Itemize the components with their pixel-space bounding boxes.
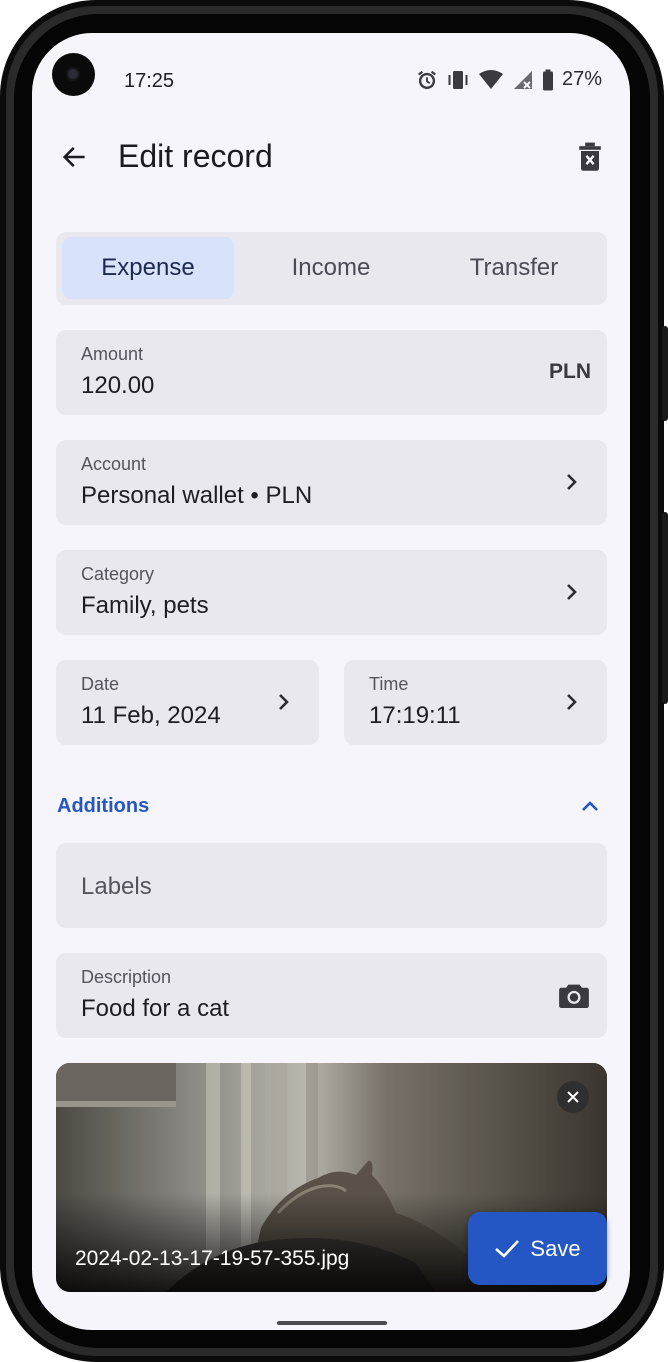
remove-attachment-button[interactable]	[557, 1081, 589, 1113]
camera-icon[interactable]	[557, 979, 591, 1013]
category-value: Family, pets	[81, 592, 209, 619]
save-button[interactable]: Save	[468, 1212, 607, 1285]
tab-transfer[interactable]: Transfer	[428, 237, 600, 299]
additions-toggle[interactable]	[574, 791, 606, 823]
back-button[interactable]	[56, 139, 92, 175]
account-label: Account	[81, 454, 147, 474]
date-field[interactable]: Date 11 Feb, 2024	[56, 660, 319, 745]
date-value: 11 Feb, 2024	[81, 702, 221, 729]
app-bar: Edit record	[32, 133, 630, 183]
account-value: Personal wallet • PLN	[81, 482, 313, 509]
labels-placeholder: Labels	[81, 873, 152, 900]
power-button	[662, 512, 668, 704]
delete-icon	[579, 142, 601, 171]
delete-button[interactable]	[572, 139, 608, 175]
vibrate-icon	[448, 70, 468, 89]
amount-field[interactable]: Amount 120.00 PLN	[56, 330, 607, 415]
status-icons: 27%	[416, 68, 602, 91]
save-label: Save	[530, 1235, 581, 1261]
page-title: Edit record	[118, 138, 273, 174]
home-indicator[interactable]	[277, 1321, 387, 1325]
tab-income[interactable]: Income	[246, 237, 416, 299]
description-label: Description	[81, 967, 172, 987]
time-value: 17:19:11	[369, 702, 461, 729]
currency-code: PLN	[549, 360, 591, 383]
amount-label: Amount	[81, 344, 144, 364]
alarm-icon	[418, 70, 436, 89]
attachment-file-name: 2024-02-13-17-19-57-355.jpg	[75, 1247, 350, 1270]
description-value: Food for a cat	[81, 995, 230, 1022]
wifi-icon	[478, 69, 503, 89]
battery-percent: 27%	[561, 68, 602, 90]
volume-button	[662, 326, 668, 421]
chevron-right-icon	[567, 584, 577, 600]
chevron-up-icon	[582, 801, 598, 811]
front-camera	[52, 53, 95, 96]
chevron-right-icon	[567, 474, 577, 490]
chevron-right-icon	[279, 694, 289, 710]
chevron-right-icon	[567, 694, 577, 710]
description-field[interactable]: Description Food for a cat	[56, 953, 607, 1038]
amount-value: 120.00	[81, 372, 155, 399]
date-label: Date	[81, 674, 120, 694]
time-field[interactable]: Time 17:19:11	[344, 660, 607, 745]
time-label: Time	[369, 674, 409, 694]
tab-expense[interactable]: Expense	[62, 237, 234, 299]
screen: 17:25 27% Edit record Expense Income Tra…	[32, 33, 630, 1330]
arrow-back-icon	[62, 147, 85, 167]
close-icon	[567, 1091, 579, 1103]
battery-icon	[542, 69, 553, 90]
account-field[interactable]: Account Personal wallet • PLN	[56, 440, 607, 525]
record-type-tabs: Expense Income Transfer	[56, 232, 607, 305]
signal-off-icon	[513, 70, 532, 89]
check-icon	[495, 1239, 520, 1258]
category-field[interactable]: Category Family, pets	[56, 550, 607, 635]
labels-field[interactable]: Labels	[56, 843, 607, 928]
status-time: 17:25	[124, 70, 175, 92]
additions-header[interactable]: Additions	[57, 795, 149, 818]
category-label: Category	[81, 564, 155, 584]
